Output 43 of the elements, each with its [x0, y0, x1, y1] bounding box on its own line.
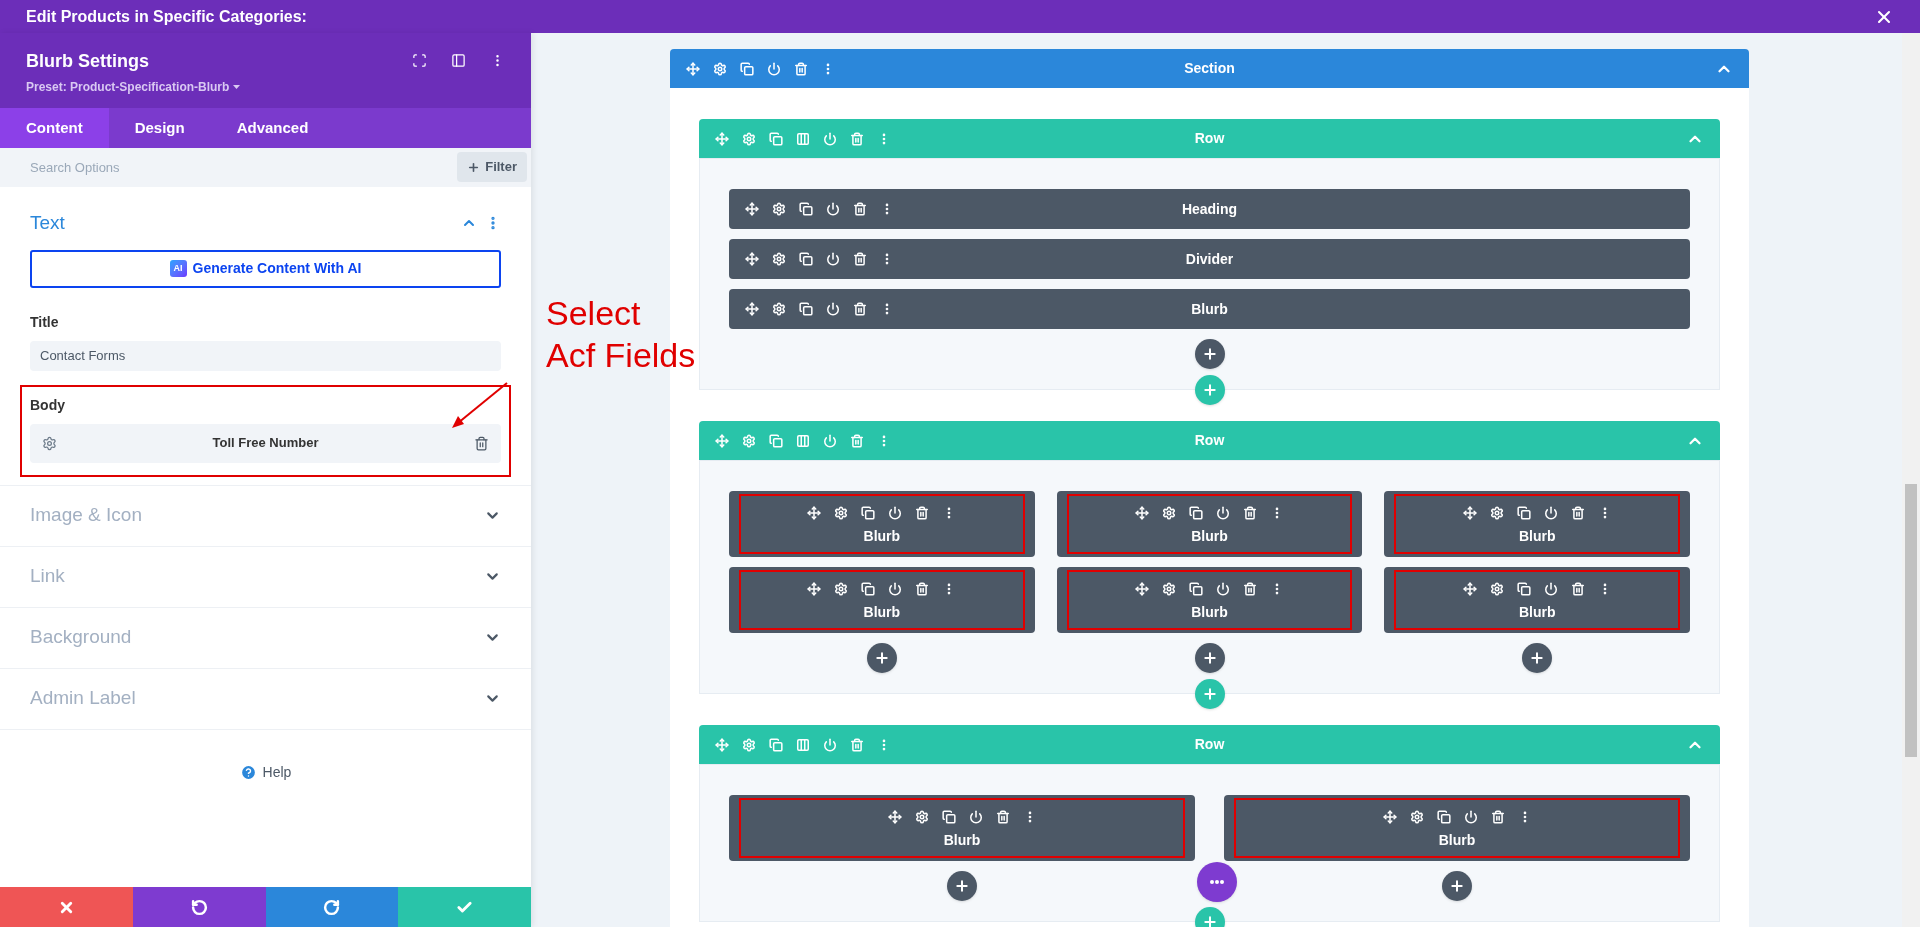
- title-field[interactable]: Contact Forms: [30, 340, 501, 371]
- module-label: Blurb: [1518, 528, 1556, 543]
- annotation-text: Select Acf Fields: [546, 293, 696, 376]
- window-title: Edit Products in Specific Categories:: [26, 6, 307, 27]
- tab[interactable]: Content: [0, 108, 109, 148]
- module-label: Blurb: [1438, 832, 1476, 847]
- filter-button[interactable]: Filter: [457, 152, 527, 182]
- generate-ai-button[interactable]: AI Generate Content With AI: [30, 249, 501, 288]
- field-label: Title: [30, 312, 60, 332]
- module-label: Blurb: [863, 604, 901, 619]
- header-label: Section: [1184, 59, 1235, 78]
- module-card[interactable]: Blurb: [729, 491, 1035, 557]
- dynamic-content-field[interactable]: Toll Free Number: [30, 423, 501, 463]
- module-card[interactable]: Blurb: [1384, 567, 1690, 633]
- module-card[interactable]: Blurb: [1384, 491, 1690, 557]
- module-card[interactable]: Blurb: [729, 795, 1195, 861]
- group-title[interactable]: Text: [30, 209, 65, 238]
- module-label: Divider: [1185, 249, 1234, 269]
- tab[interactable]: Design: [108, 108, 211, 148]
- module-label: Blurb: [1191, 528, 1228, 543]
- header-label: Row: [1194, 735, 1225, 754]
- module-bar[interactable]: Blurb: [729, 289, 1690, 329]
- module-card[interactable]: Blurb: [1224, 795, 1690, 861]
- module-card[interactable]: Blurb: [1056, 567, 1363, 633]
- panel-title: Blurb Settings: [26, 50, 150, 73]
- module-bar[interactable]: Heading: [729, 189, 1690, 229]
- module-card[interactable]: Blurb: [729, 567, 1035, 633]
- module-label: Blurb: [943, 832, 981, 847]
- header-label: Row: [1194, 129, 1225, 148]
- module-label: Blurb: [1191, 604, 1228, 619]
- module-label: Blurb: [1518, 604, 1556, 619]
- help-link[interactable]: Help: [239, 761, 292, 783]
- preset-selector[interactable]: Preset: Product-Specification-Blurb: [26, 78, 241, 96]
- field-label: Body: [30, 395, 66, 415]
- module-label: Heading: [1181, 199, 1238, 219]
- module-bar[interactable]: Divider: [729, 239, 1690, 279]
- module-label: Blurb: [863, 528, 901, 543]
- module-label: Blurb: [1191, 299, 1228, 319]
- field-value: Toll Free Number: [211, 434, 320, 453]
- tab[interactable]: Advanced: [210, 108, 335, 148]
- ai-badge: AI: [169, 260, 187, 277]
- header-label: Row: [1194, 431, 1225, 450]
- module-card[interactable]: Blurb: [1056, 491, 1363, 557]
